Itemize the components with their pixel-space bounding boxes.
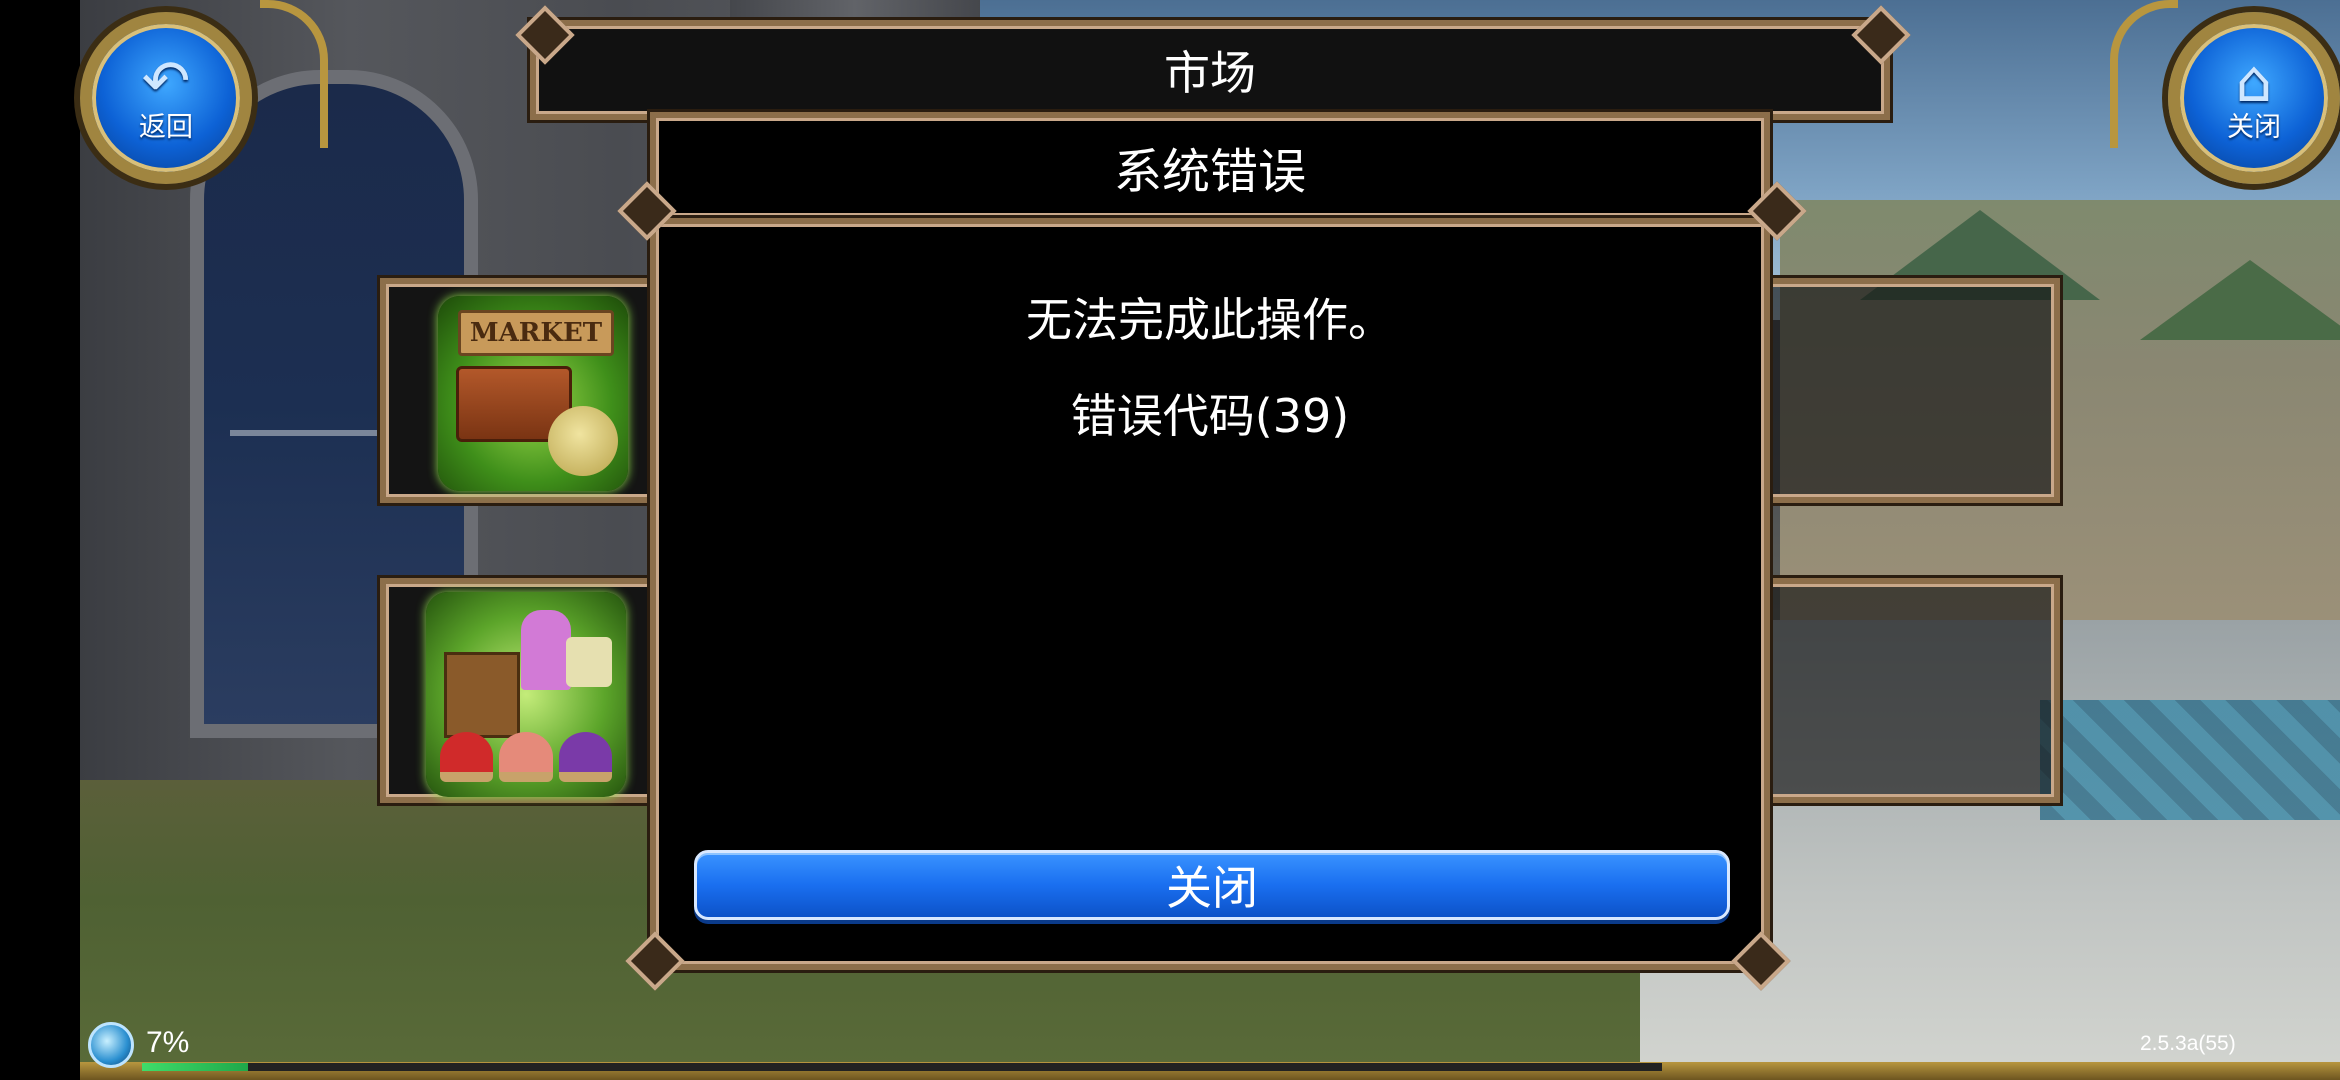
dress-icon — [521, 610, 571, 690]
back-button-label: 返回 — [139, 112, 193, 143]
dialog-close-label: 关闭 — [1166, 861, 1258, 915]
dialog-error-code: 错误代码(39) — [1070, 389, 1350, 443]
market-sell-icon: MARKET — [438, 296, 628, 491]
close-home-button-label: 关闭 — [2227, 112, 2281, 143]
dialog-message: 无法完成此操作。 — [1026, 293, 1394, 347]
return-arrow-icon: ↶ — [141, 47, 191, 115]
download-progress-track — [142, 1063, 1662, 1071]
dialog-header: 系统错误 — [650, 112, 1770, 222]
market-card-sell[interactable]: MARKET — [380, 278, 660, 503]
back-button[interactable]: ↶ 返回 — [80, 12, 252, 184]
market-stall-icon — [426, 592, 626, 797]
page-title-bar: 市场 — [530, 20, 1890, 120]
market-card-right[interactable] — [1760, 278, 2060, 503]
dialog-close-button[interactable]: 关闭 — [694, 850, 1730, 920]
shelf-icon — [444, 652, 520, 738]
fruit-baskets-icon — [440, 732, 612, 782]
download-progress-fill — [142, 1063, 249, 1071]
home-icon: ⌂ — [2235, 47, 2273, 115]
background-roof — [2140, 260, 2340, 340]
shirt-icon — [566, 637, 612, 687]
dialog-body: 无法完成此操作。 错误代码(39) 关闭 — [650, 218, 1770, 970]
money-bag-icon — [548, 406, 618, 476]
dialog-title: 系统错误 — [1113, 144, 1306, 200]
loading-orb-icon — [88, 1022, 134, 1068]
page-title: 市场 — [1164, 46, 1256, 100]
version-label: 2.5.3a(55) — [2140, 1032, 2236, 1055]
market-sign: MARKET — [458, 310, 614, 356]
close-home-button[interactable]: ⌂ 关闭 — [2168, 12, 2340, 184]
market-card-stall[interactable] — [380, 578, 660, 803]
market-card-right[interactable] — [1760, 578, 2060, 803]
progress-percent: 7% — [146, 1026, 190, 1059]
screen: ↶ 返回 ⌂ 关闭 市场 MARKET 系统错误 无法完成此操作。 错误代码(3… — [0, 0, 2340, 1080]
background-carpet — [2040, 700, 2340, 820]
